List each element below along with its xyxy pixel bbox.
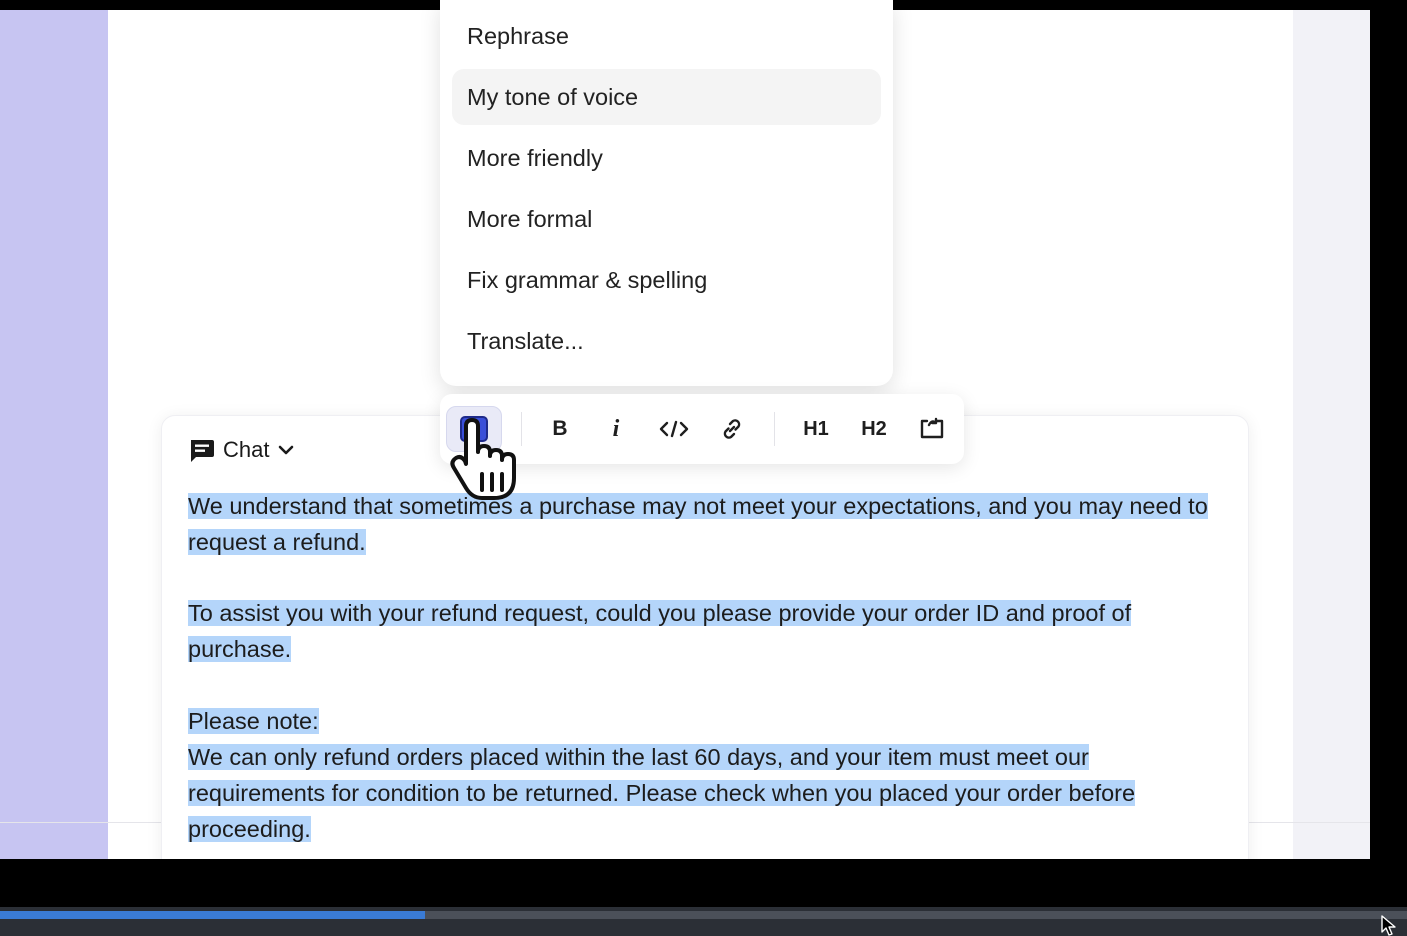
selected-text: To assist you with your refund request, … (188, 600, 1132, 662)
channel-selector[interactable]: Chat (188, 436, 295, 464)
h1-label: H1 (803, 417, 829, 440)
menu-item-label: More friendly (467, 144, 603, 171)
code-button[interactable] (654, 406, 694, 452)
menu-item-label: More formal (467, 205, 593, 232)
code-icon (659, 420, 689, 438)
bold-button[interactable]: B (542, 406, 578, 452)
bold-label: B (552, 417, 568, 440)
progress-track[interactable] (0, 911, 1407, 919)
mouse-pointer-icon (1381, 915, 1396, 936)
menu-item-my-tone-of-voice[interactable]: My tone of voice (452, 69, 881, 125)
italic-button[interactable]: i (598, 406, 634, 452)
menu-item-label: Translate... (467, 327, 584, 354)
ai-rewrite-menu: Rephrase My tone of voice More friendly … (440, 0, 893, 386)
h2-label: H2 (861, 417, 887, 440)
link-button[interactable] (712, 406, 752, 452)
menu-item-label: Fix grammar & spelling (467, 266, 708, 293)
video-player-bar (0, 907, 1407, 936)
message-paragraph[interactable]: We understand that sometimes a purchase … (188, 488, 1228, 560)
heading-1-button[interactable]: H1 (796, 406, 836, 452)
menu-item-label: My tone of voice (467, 83, 639, 110)
message-composer[interactable]: Chat We understand that sometimes a purc… (161, 415, 1249, 859)
link-icon (723, 419, 741, 439)
right-panel (1293, 10, 1370, 859)
embed-icon (920, 417, 944, 439)
selected-text: Please note: (188, 708, 319, 734)
heading-2-button[interactable]: H2 (854, 406, 894, 452)
channel-label: Chat (223, 437, 270, 462)
menu-item-translate[interactable]: Translate... (452, 313, 881, 369)
menu-item-more-formal[interactable]: More formal (452, 191, 881, 247)
message-paragraph[interactable]: To assist you with your refund request, … (188, 595, 1228, 667)
message-paragraph[interactable]: Please note: We can only refund orders pl… (188, 703, 1228, 847)
selected-text: We understand that sometimes a purchase … (188, 493, 1208, 555)
left-sidebar-panel (0, 10, 108, 859)
embed-button[interactable] (912, 406, 952, 452)
menu-item-rephrase[interactable]: Rephrase (452, 8, 881, 64)
hand-pointer-cursor-icon (450, 418, 516, 500)
progress-fill (0, 911, 425, 919)
divider (774, 412, 775, 446)
menu-item-label: Rephrase (467, 22, 569, 49)
chat-bubble-icon (188, 438, 215, 463)
italic-label: i (612, 415, 620, 442)
chevron-down-icon (277, 444, 295, 456)
selected-text: We can only refund orders placed within … (188, 744, 1136, 842)
menu-item-more-friendly[interactable]: More friendly (452, 130, 881, 186)
menu-item-fix-grammar[interactable]: Fix grammar & spelling (452, 252, 881, 308)
